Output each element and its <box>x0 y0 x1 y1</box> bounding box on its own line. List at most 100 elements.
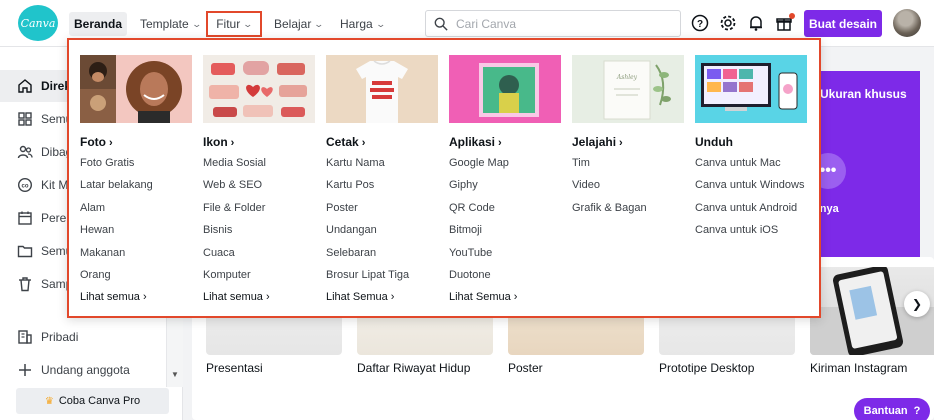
design-type-banner: Ukuran khusus ••• innya <box>810 71 920 259</box>
sidebar-item-label: Pribadi <box>41 330 79 344</box>
chevron-down-icon: ⌄ <box>313 18 325 29</box>
chevron-down-icon: ⌄ <box>375 18 386 29</box>
avatar[interactable] <box>893 9 921 37</box>
chevron-right-icon: › <box>619 137 623 149</box>
search-box[interactable] <box>425 10 681 37</box>
people-icon <box>17 145 33 159</box>
dropdown-link[interactable]: Canva untuk iOS <box>695 224 778 236</box>
custom-size-button[interactable]: Ukuran khusus <box>820 87 907 101</box>
dropdown-link[interactable]: Kartu Nama <box>326 157 385 169</box>
see-all-link[interactable]: Lihat Semua › <box>449 291 517 303</box>
dropdown-column-title[interactable]: Foto › <box>80 135 113 149</box>
dropdown-link[interactable]: File & Folder <box>203 202 265 214</box>
chevron-right-icon: › <box>142 291 147 303</box>
notification-dot <box>789 13 795 19</box>
create-design-button[interactable]: Buat desain <box>804 10 882 37</box>
dropdown-link[interactable]: Giphy <box>449 179 478 191</box>
dropdown-link[interactable]: Video <box>572 179 600 191</box>
dropdown-link[interactable]: Foto Gratis <box>80 157 134 169</box>
dropdown-link[interactable]: Duotone <box>449 269 491 281</box>
bell-icon[interactable] <box>747 14 765 32</box>
nav-template-label: Template <box>140 17 189 31</box>
chevron-right-icon: › <box>109 137 113 149</box>
see-all-link[interactable]: Lihat semua › <box>80 291 147 303</box>
dropdown-link[interactable]: Selebaran <box>326 247 376 259</box>
dropdown-link[interactable]: Komputer <box>203 269 251 281</box>
dropdown-link[interactable]: Brosur Lipat Tiga <box>326 269 409 281</box>
dropdown-link[interactable]: Web & SEO <box>203 179 262 191</box>
dropdown-link[interactable]: Hewan <box>80 224 114 236</box>
help-icon[interactable]: ? <box>691 14 709 32</box>
nav-features[interactable]: Fitur ⌄ <box>206 11 262 37</box>
column-title-text: Unduh <box>695 135 733 149</box>
column-title-text: Aplikasi <box>449 135 496 149</box>
canva-logo[interactable]: Canva <box>18 5 58 41</box>
dropdown-link[interactable]: YouTube <box>449 247 492 259</box>
see-all-text: Lihat Semua <box>449 291 511 303</box>
nav-pricing-label: Harga <box>340 17 373 31</box>
nav-pricing[interactable]: Harga ⌄ <box>340 12 386 36</box>
dropdown-link[interactable]: Undangan <box>326 224 377 236</box>
apps-thumbnail <box>449 55 561 123</box>
sidebar-item-label: Undang anggota <box>41 363 130 377</box>
try-pro-button[interactable]: ♛ Coba Canva Pro <box>16 388 169 414</box>
dropdown-link[interactable]: Tim <box>572 157 590 169</box>
sidebar-item-invite[interactable]: Undang anggota <box>0 354 165 386</box>
dropdown-link[interactable]: Bitmoji <box>449 224 482 236</box>
chevron-right-icon[interactable]: ❯ <box>904 291 930 317</box>
chevron-right-icon: › <box>265 291 270 303</box>
dropdown-link[interactable]: Canva untuk Windows <box>695 179 804 191</box>
home-icon <box>18 79 32 93</box>
column-title-text: Foto <box>80 135 106 149</box>
see-all-link[interactable]: Lihat semua › <box>203 291 270 303</box>
brand-icon: co <box>17 177 33 193</box>
plus-icon <box>19 364 31 376</box>
scroll-down-arrow-icon[interactable]: ▼ <box>171 370 179 379</box>
dropdown-column-title[interactable]: Jelajahi › <box>572 135 623 149</box>
svg-text:co: co <box>21 184 28 190</box>
dropdown-column-title[interactable]: Cetak › <box>326 135 365 149</box>
crown-icon: ♛ <box>44 395 54 407</box>
dropdown-column-title[interactable]: Unduh <box>695 135 733 149</box>
dropdown-link[interactable]: Bisnis <box>203 224 232 236</box>
dropdown-link[interactable]: Canva untuk Android <box>695 202 797 214</box>
dropdown-link[interactable]: Kartu Pos <box>326 179 374 191</box>
see-all-text: Lihat semua <box>203 291 263 303</box>
chevron-down-icon: ⌄ <box>191 18 202 29</box>
dropdown-link[interactable]: Canva untuk Mac <box>695 157 781 169</box>
dropdown-link[interactable]: Makanan <box>80 247 125 259</box>
search-input[interactable] <box>456 16 656 31</box>
nav-learn[interactable]: Belajar ⌄ <box>274 12 325 36</box>
chevron-right-icon: › <box>513 291 518 303</box>
template-card-label: Poster <box>508 361 543 375</box>
dropdown-column-title[interactable]: Ikon › <box>203 135 234 149</box>
chevron-down-icon: ⌄ <box>242 18 254 29</box>
dropdown-link[interactable]: Latar belakang <box>80 179 153 191</box>
dropdown-link[interactable]: Alam <box>80 202 105 214</box>
dropdown-link[interactable]: Cuaca <box>203 247 235 259</box>
see-all-link[interactable]: Lihat Semua › <box>326 291 394 303</box>
dropdown-link[interactable]: Grafik & Bagan <box>572 202 647 214</box>
dropdown-link[interactable]: Poster <box>326 202 358 214</box>
try-pro-label: Coba Canva Pro <box>58 395 141 407</box>
column-title-text: Ikon <box>203 135 228 149</box>
see-all-text: Lihat Semua <box>326 291 388 303</box>
dropdown-column-title[interactable]: Aplikasi › <box>449 135 502 149</box>
dropdown-link[interactable]: Google Map <box>449 157 509 169</box>
search-icon <box>434 17 448 31</box>
svg-text:Ashley: Ashley <box>616 74 638 81</box>
chevron-right-icon: › <box>390 291 395 303</box>
calendar-icon <box>18 211 32 225</box>
download-thumbnail <box>695 55 807 123</box>
nav-learn-label: Belajar <box>274 17 312 31</box>
sidebar-item-personal[interactable]: Pribadi <box>0 321 165 353</box>
dropdown-link[interactable]: QR Code <box>449 202 495 214</box>
nav-home[interactable]: Beranda <box>69 12 127 36</box>
nav-template[interactable]: Template ⌄ <box>140 12 202 36</box>
explore-thumbnail: Ashley <box>572 55 684 123</box>
template-card-label: Kiriman Instagram <box>810 361 908 375</box>
help-button[interactable]: Bantuan? <box>854 398 930 420</box>
dropdown-link[interactable]: Orang <box>80 269 111 281</box>
gear-icon[interactable] <box>719 14 737 32</box>
dropdown-link[interactable]: Media Sosial <box>203 157 266 169</box>
